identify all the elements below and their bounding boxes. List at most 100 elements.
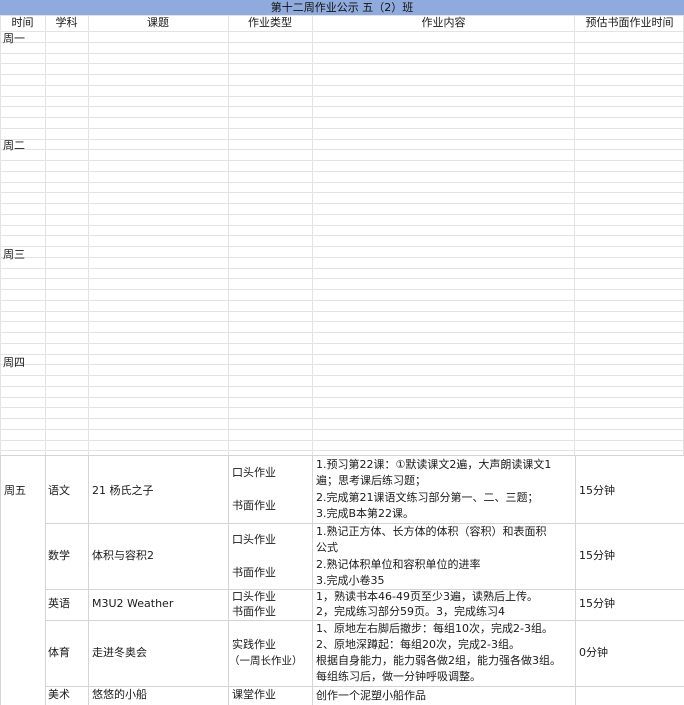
grid-cell[interactable] <box>87 63 229 75</box>
grid-cell[interactable] <box>87 385 229 398</box>
grid-cell[interactable] <box>227 364 313 376</box>
grid-cell[interactable] <box>227 192 313 204</box>
grid-cell[interactable] <box>574 31 684 43</box>
grid-cell[interactable] <box>44 407 89 419</box>
grid-cell[interactable] <box>227 203 313 215</box>
grid-cell[interactable] <box>227 439 313 452</box>
grid-cell[interactable] <box>227 332 313 344</box>
grid-cell[interactable] <box>44 353 89 366</box>
grid-cell[interactable] <box>574 149 684 161</box>
grid-cell[interactable] <box>87 439 229 452</box>
grid-cell[interactable] <box>311 31 576 43</box>
grid-cell[interactable] <box>227 181 313 194</box>
grid-cell[interactable] <box>311 332 576 344</box>
grid-cell[interactable] <box>87 203 229 215</box>
grid-cell[interactable] <box>0 235 46 247</box>
grid-cell[interactable] <box>227 375 313 387</box>
grid-cell[interactable] <box>44 170 89 183</box>
grid-cell[interactable] <box>311 342 576 355</box>
grid-cell[interactable] <box>574 235 684 247</box>
grid-cell[interactable] <box>311 299 576 312</box>
grid-cell[interactable] <box>44 213 89 226</box>
grid-cell[interactable] <box>311 235 576 247</box>
grid-cell[interactable] <box>311 117 576 129</box>
grid-cell[interactable] <box>0 375 46 387</box>
grid-cell[interactable] <box>44 160 89 172</box>
grid-cell[interactable] <box>574 106 684 118</box>
grid-cell[interactable] <box>574 181 684 194</box>
grid-cell[interactable] <box>311 63 576 75</box>
grid-cell[interactable] <box>227 213 313 226</box>
grid-cell[interactable] <box>0 117 46 129</box>
grid-cell[interactable] <box>87 267 229 280</box>
grid-cell[interactable] <box>227 321 313 333</box>
grid-cell[interactable] <box>87 74 229 86</box>
grid-cell[interactable] <box>44 278 89 290</box>
grid-cell[interactable] <box>227 127 313 140</box>
grid-cell[interactable] <box>44 63 89 75</box>
grid-cell[interactable] <box>44 267 89 280</box>
grid-cell[interactable] <box>0 278 46 290</box>
grid-cell[interactable] <box>311 181 576 194</box>
grid-cell[interactable] <box>227 299 313 312</box>
grid-cell[interactable] <box>0 396 46 409</box>
grid-cell[interactable] <box>44 31 89 43</box>
grid-cell[interactable] <box>311 321 576 333</box>
grid-cell[interactable] <box>87 332 229 344</box>
grid-cell[interactable] <box>227 52 313 65</box>
grid-cell[interactable] <box>44 246 89 258</box>
grid-cell[interactable] <box>44 181 89 194</box>
grid-cell[interactable] <box>574 342 684 355</box>
grid-cell[interactable] <box>44 127 89 140</box>
grid-cell[interactable] <box>311 106 576 118</box>
grid-cell[interactable] <box>44 289 89 301</box>
grid-cell[interactable] <box>311 149 576 161</box>
grid-cell[interactable] <box>87 289 229 301</box>
grid-cell[interactable] <box>0 170 46 183</box>
grid-cell[interactable] <box>311 353 576 366</box>
grid-cell[interactable] <box>44 106 89 118</box>
grid-cell[interactable] <box>574 418 684 430</box>
grid-cell[interactable] <box>574 267 684 280</box>
grid-cell[interactable] <box>87 149 229 161</box>
grid-cell[interactable] <box>311 267 576 280</box>
grid-cell[interactable] <box>574 117 684 129</box>
grid-cell[interactable] <box>574 95 684 108</box>
grid-cell[interactable] <box>0 74 46 86</box>
grid-cell[interactable] <box>311 170 576 183</box>
grid-cell[interactable] <box>87 278 229 290</box>
grid-cell[interactable] <box>227 235 313 247</box>
grid-cell[interactable] <box>44 375 89 387</box>
grid-cell[interactable] <box>574 203 684 215</box>
grid-cell[interactable] <box>574 396 684 409</box>
grid-cell[interactable] <box>0 160 46 172</box>
grid-cell[interactable] <box>0 385 46 398</box>
grid-cell[interactable] <box>87 321 229 333</box>
grid-cell[interactable] <box>574 41 684 54</box>
grid-cell[interactable] <box>87 160 229 172</box>
grid-cell[interactable] <box>87 428 229 441</box>
grid-cell[interactable] <box>87 256 229 269</box>
grid-cell[interactable] <box>44 224 89 237</box>
grid-cell[interactable] <box>0 203 46 215</box>
grid-cell[interactable] <box>311 407 576 419</box>
grid-cell[interactable] <box>311 160 576 172</box>
grid-cell[interactable] <box>87 418 229 430</box>
grid-cell[interactable] <box>44 138 89 151</box>
grid-cell[interactable] <box>44 84 89 97</box>
grid-cell[interactable] <box>311 375 576 387</box>
grid-cell[interactable] <box>227 31 313 43</box>
grid-cell[interactable] <box>227 385 313 398</box>
grid-cell[interactable] <box>0 310 46 323</box>
grid-cell[interactable] <box>311 41 576 54</box>
grid-cell[interactable] <box>227 310 313 323</box>
grid-cell[interactable] <box>0 106 46 118</box>
grid-cell[interactable] <box>574 52 684 65</box>
grid-cell[interactable] <box>0 418 46 430</box>
grid-cell[interactable] <box>87 342 229 355</box>
grid-cell[interactable] <box>227 353 313 366</box>
grid-cell[interactable] <box>311 127 576 140</box>
grid-cell[interactable] <box>574 224 684 237</box>
grid-cell[interactable] <box>44 41 89 54</box>
grid-cell[interactable] <box>0 407 46 419</box>
